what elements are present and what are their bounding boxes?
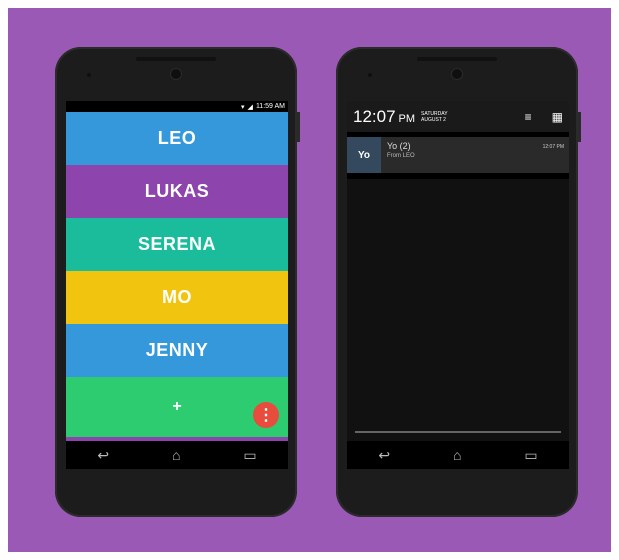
back-icon[interactable]: ↩	[378, 447, 390, 464]
more-vert-icon: ⋮	[258, 407, 274, 424]
power-button	[297, 112, 300, 142]
front-camera	[171, 69, 181, 79]
plus-icon: +	[172, 398, 182, 415]
sensor-dot	[87, 73, 91, 77]
clear-all-icon[interactable]: ≡	[525, 110, 532, 124]
shade-handle[interactable]	[355, 431, 561, 433]
contact-label: MO	[162, 287, 192, 307]
contact-label: LEO	[157, 128, 197, 148]
back-icon[interactable]: ↩	[97, 447, 109, 464]
notification-time: 12:07 PM	[542, 144, 564, 150]
right-screen: 12:07 PM SATURDAY AUGUST 2 ≡ ▦ Yo Yo (2)…	[347, 101, 569, 469]
sensor-dot	[368, 73, 372, 77]
contact-leo[interactable]: LEO	[66, 112, 288, 165]
notification-header: 12:07 PM SATURDAY AUGUST 2 ≡ ▦	[347, 101, 569, 132]
power-button	[578, 112, 581, 142]
recents-icon[interactable]: ▭	[524, 447, 537, 464]
recents-icon[interactable]: ▭	[243, 447, 256, 464]
contact-label: JENNY	[145, 340, 209, 360]
contact-label: SERENA	[137, 234, 216, 254]
home-icon[interactable]: ⌂	[453, 447, 461, 463]
status-bar: ▾ ◢ 11:59 AM	[66, 101, 288, 112]
yo-app-icon: Yo	[347, 137, 381, 173]
speaker-grille	[417, 57, 497, 61]
contact-serena[interactable]: SERENA	[66, 218, 288, 271]
overflow-menu-button[interactable]: ⋮	[253, 402, 279, 428]
add-contact-button[interactable]: + ⋮	[66, 377, 288, 437]
right-phone: 12:07 PM SATURDAY AUGUST 2 ≡ ▦ Yo Yo (2)…	[336, 47, 581, 517]
status-time: 11:59 AM	[255, 103, 285, 110]
notification-text: Yo (2) From LEO	[381, 137, 421, 173]
front-camera	[452, 69, 462, 79]
date-label: AUGUST 2	[421, 116, 446, 123]
contact-lukas[interactable]: LUKAS	[66, 165, 288, 218]
home-icon[interactable]: ⌂	[172, 447, 180, 463]
yo-icon-label: Yo	[357, 149, 371, 161]
contact-jenny[interactable]: JENNY	[66, 324, 288, 377]
clock-ampm: PM	[398, 113, 416, 125]
nav-bar: ↩ ⌂ ▭	[66, 441, 288, 469]
yo-notification[interactable]: Yo Yo (2) From LEO 12:07 PM	[347, 137, 569, 173]
notification-title: Yo (2)	[387, 141, 411, 151]
empty-shade	[347, 179, 569, 441]
signal-icon: ◢	[247, 103, 253, 111]
contact-mo[interactable]: MO	[66, 271, 288, 324]
nav-bar: ↩ ⌂ ▭	[347, 441, 569, 469]
header-icons: ≡ ▦	[525, 110, 563, 124]
notification-subtitle: From LEO	[387, 153, 415, 159]
date-block: SATURDAY AUGUST 2	[421, 111, 447, 123]
speaker-grille	[136, 57, 216, 61]
left-screen: ▾ ◢ 11:59 AM LEO LUKAS SERENA MO JENNY +…	[66, 101, 288, 469]
clock-time: 12:07	[353, 106, 396, 126]
contact-label: LUKAS	[144, 181, 210, 201]
quick-settings-icon[interactable]: ▦	[552, 110, 563, 124]
wifi-icon: ▾	[241, 103, 245, 111]
left-phone: ▾ ◢ 11:59 AM LEO LUKAS SERENA MO JENNY +…	[55, 47, 300, 517]
